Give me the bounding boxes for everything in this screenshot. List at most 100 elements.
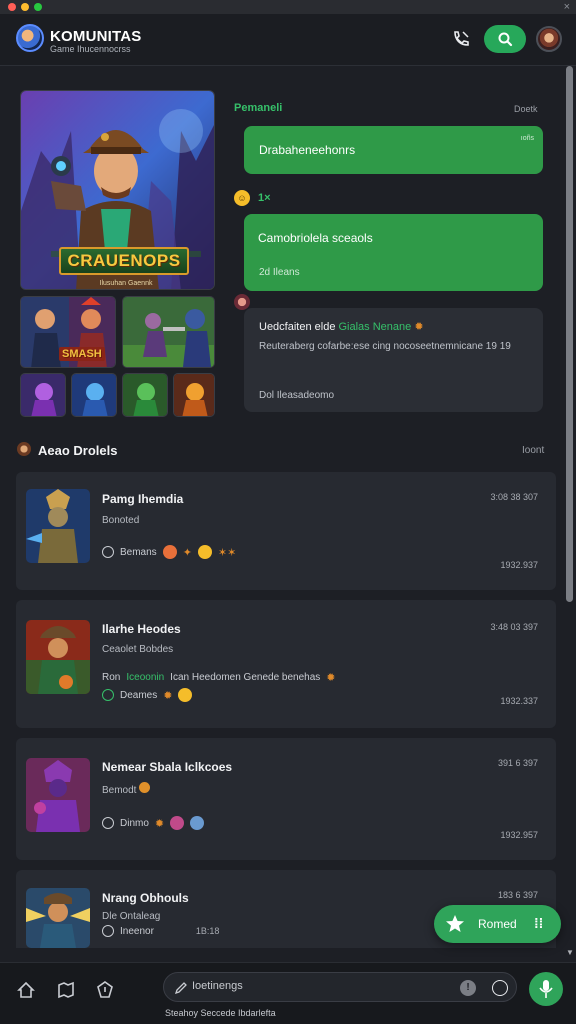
game-card-timestamp: 3:08 38 307 — [490, 492, 538, 502]
game-card-title: Nrang Obhouls — [102, 891, 189, 905]
angry-emoji-icon — [162, 545, 177, 559]
game-card-thumbnail — [26, 489, 90, 563]
search-button[interactable] — [484, 25, 526, 53]
game-card-meta: Deames ✹ — [102, 688, 193, 702]
game-card-timestamp: 183 6 397 — [497, 890, 538, 900]
featured-game-subtitle: Ilusuhan Gaennk — [99, 280, 153, 287]
info-icon[interactable]: ! — [460, 980, 476, 996]
game-card-meta-highlight[interactable]: Iceoonin — [126, 672, 164, 683]
scroll-down-arrow-icon[interactable]: ▼ — [566, 948, 574, 957]
clock-icon — [102, 546, 114, 558]
game-thumbnail[interactable] — [71, 373, 117, 417]
game-card-meta: Ron Iceoonin Ican Heedomen Genede beneha… — [102, 671, 336, 684]
window-minimize-dot[interactable] — [21, 3, 29, 11]
search-icon — [498, 32, 513, 47]
bottom-bar: ! Steahoy Seccede Ibdarlefta — [0, 962, 576, 1024]
game-card-subtitle: Bonoted — [102, 515, 140, 526]
spark-icon: ✦ — [182, 546, 192, 559]
emoji-icon[interactable] — [492, 980, 508, 996]
game-card-meta: Ineenor 1B:18 — [102, 925, 219, 937]
game-thumbnail-art — [72, 374, 116, 416]
chat-time: Doetk — [514, 104, 538, 114]
star-icon — [446, 915, 464, 932]
game-card-meta-extra: 1B:18 — [195, 926, 220, 936]
fire-emoji-icon: ✹ — [326, 672, 336, 684]
reaction-row[interactable]: ☺ 1× — [234, 190, 271, 206]
game-card-meta-text: Dinmo — [120, 817, 149, 829]
floating-action-button[interactable]: Romed ⁞⁞ — [434, 905, 561, 943]
message-input[interactable] — [192, 980, 442, 992]
game-thumbnail-label: SMASH — [59, 347, 105, 361]
clock-icon — [102, 817, 114, 829]
game-card[interactable]: Ilarhe Heodes Ceaolet Bobdes Ron Iceooni… — [16, 600, 556, 728]
game-card-subtitle: Bemodt — [102, 782, 151, 796]
section-see-all-link[interactable]: Ioont — [522, 445, 544, 456]
globe-emoji-icon — [190, 816, 205, 830]
reaction-count: 1× — [258, 192, 271, 204]
mention-highlight[interactable]: Gialas Nenane — [339, 321, 412, 333]
chat-message-bubble[interactable]: Uedcfaiten elde Gialas Nenane ✹ Reuterab… — [244, 308, 543, 412]
chat-message-status: ıoñs — [520, 135, 534, 142]
game-card-date: 1932.957 — [500, 830, 538, 840]
game-thumbnail[interactable]: SMASH — [20, 296, 116, 368]
game-thumbnail[interactable] — [173, 373, 215, 417]
window-close-dot[interactable] — [8, 3, 16, 11]
footer-text: Steahoy Seccede Ibdarlefta — [165, 1008, 276, 1018]
clock-icon — [102, 925, 114, 937]
game-card-title: Nemear Sbala Iclkcoes — [102, 760, 233, 774]
home-icon[interactable] — [17, 981, 35, 999]
controller-icon: ⁞⁞ — [534, 915, 544, 931]
app-title: KOMUNITAS — [50, 28, 142, 45]
game-card[interactable]: Nemear Sbala Iclkcoes Bemodt Dinmo ✹ 391… — [16, 738, 556, 860]
section-icon — [17, 442, 31, 456]
game-card-meta-text: Deames — [120, 689, 158, 701]
game-card-title: Pamg Ihemdia — [102, 492, 184, 506]
chat-message-meta: Dol Ileasadeomo — [259, 390, 335, 401]
game-card-subtitle: Ceaolet Bobdes — [102, 644, 174, 655]
map-icon[interactable] — [57, 981, 75, 999]
game-card-subtitle: Dle Ontaleag — [102, 911, 161, 922]
game-card-subtitle-text: Bemodt — [102, 785, 137, 796]
chat-message-bubble[interactable]: Camobriolela sceaols 2d Ileans — [244, 214, 543, 291]
scrollbar[interactable] — [564, 66, 574, 962]
badge-icon[interactable] — [96, 981, 114, 999]
fire-emoji-icon: ✹ — [163, 689, 173, 702]
game-card-timestamp: 391 6 397 — [497, 758, 538, 768]
sender-avatar[interactable] — [234, 294, 250, 310]
game-thumbnail[interactable] — [20, 373, 66, 417]
spark-icon: ✶✶ — [217, 546, 237, 559]
chat-message-text: Camobriolela sceaols — [258, 231, 373, 245]
game-card-thumbnail — [26, 888, 90, 948]
game-card-meta: Dinmo ✹ — [102, 816, 205, 830]
heart-emoji-icon — [170, 816, 185, 830]
window-close-button[interactable]: × — [564, 0, 570, 14]
window-zoom-dot[interactable] — [34, 3, 42, 11]
chat-message-text: Drabaheneehonrs — [259, 143, 356, 157]
smile-emoji-icon — [197, 545, 212, 559]
game-thumbnail[interactable] — [122, 373, 168, 417]
chat-message-bubble[interactable]: Drabaheneehonrs ıoñs — [244, 126, 543, 174]
phone-icon[interactable] — [450, 28, 472, 50]
game-thumbnail[interactable] — [122, 296, 215, 368]
game-thumbnail-art — [21, 374, 65, 416]
chat-heading: Pemaneli — [234, 102, 283, 114]
chat-message-title: Uedcfaiten elde Gialas Nenane ✹ — [259, 320, 424, 333]
chat-message-body: Reuteraberg cofarbe:ese cing nocoseetnem… — [259, 341, 511, 352]
game-card[interactable]: Pamg Ihemdia Bonoted Bemans ✦ ✶✶ 3:08 38… — [16, 472, 556, 590]
laughing-emoji-icon[interactable]: ☺ — [234, 190, 250, 206]
app-logo — [16, 24, 44, 52]
chat-message-meta: 2d Ileans — [259, 267, 300, 278]
game-card-thumbnail — [26, 620, 90, 694]
game-card-thumbnail — [26, 758, 90, 832]
section-title: Aeao Drolels — [38, 443, 118, 458]
game-card-meta-prefix: Ron — [102, 672, 121, 683]
game-thumbnail-art — [123, 297, 214, 367]
fire-emoji-icon: ✹ — [414, 321, 424, 333]
scrollbar-thumb[interactable] — [566, 66, 573, 602]
featured-game-banner[interactable]: CRAUENOPS Ilusuhan Gaennk — [20, 90, 215, 290]
user-avatar[interactable] — [536, 26, 562, 52]
game-thumbnail-art — [123, 374, 167, 416]
game-card-meta-text: Ineenor — [120, 925, 154, 937]
app-header: KOMUNITAS Game Ihucennocrss — [0, 14, 576, 66]
mic-button[interactable] — [529, 972, 563, 1006]
